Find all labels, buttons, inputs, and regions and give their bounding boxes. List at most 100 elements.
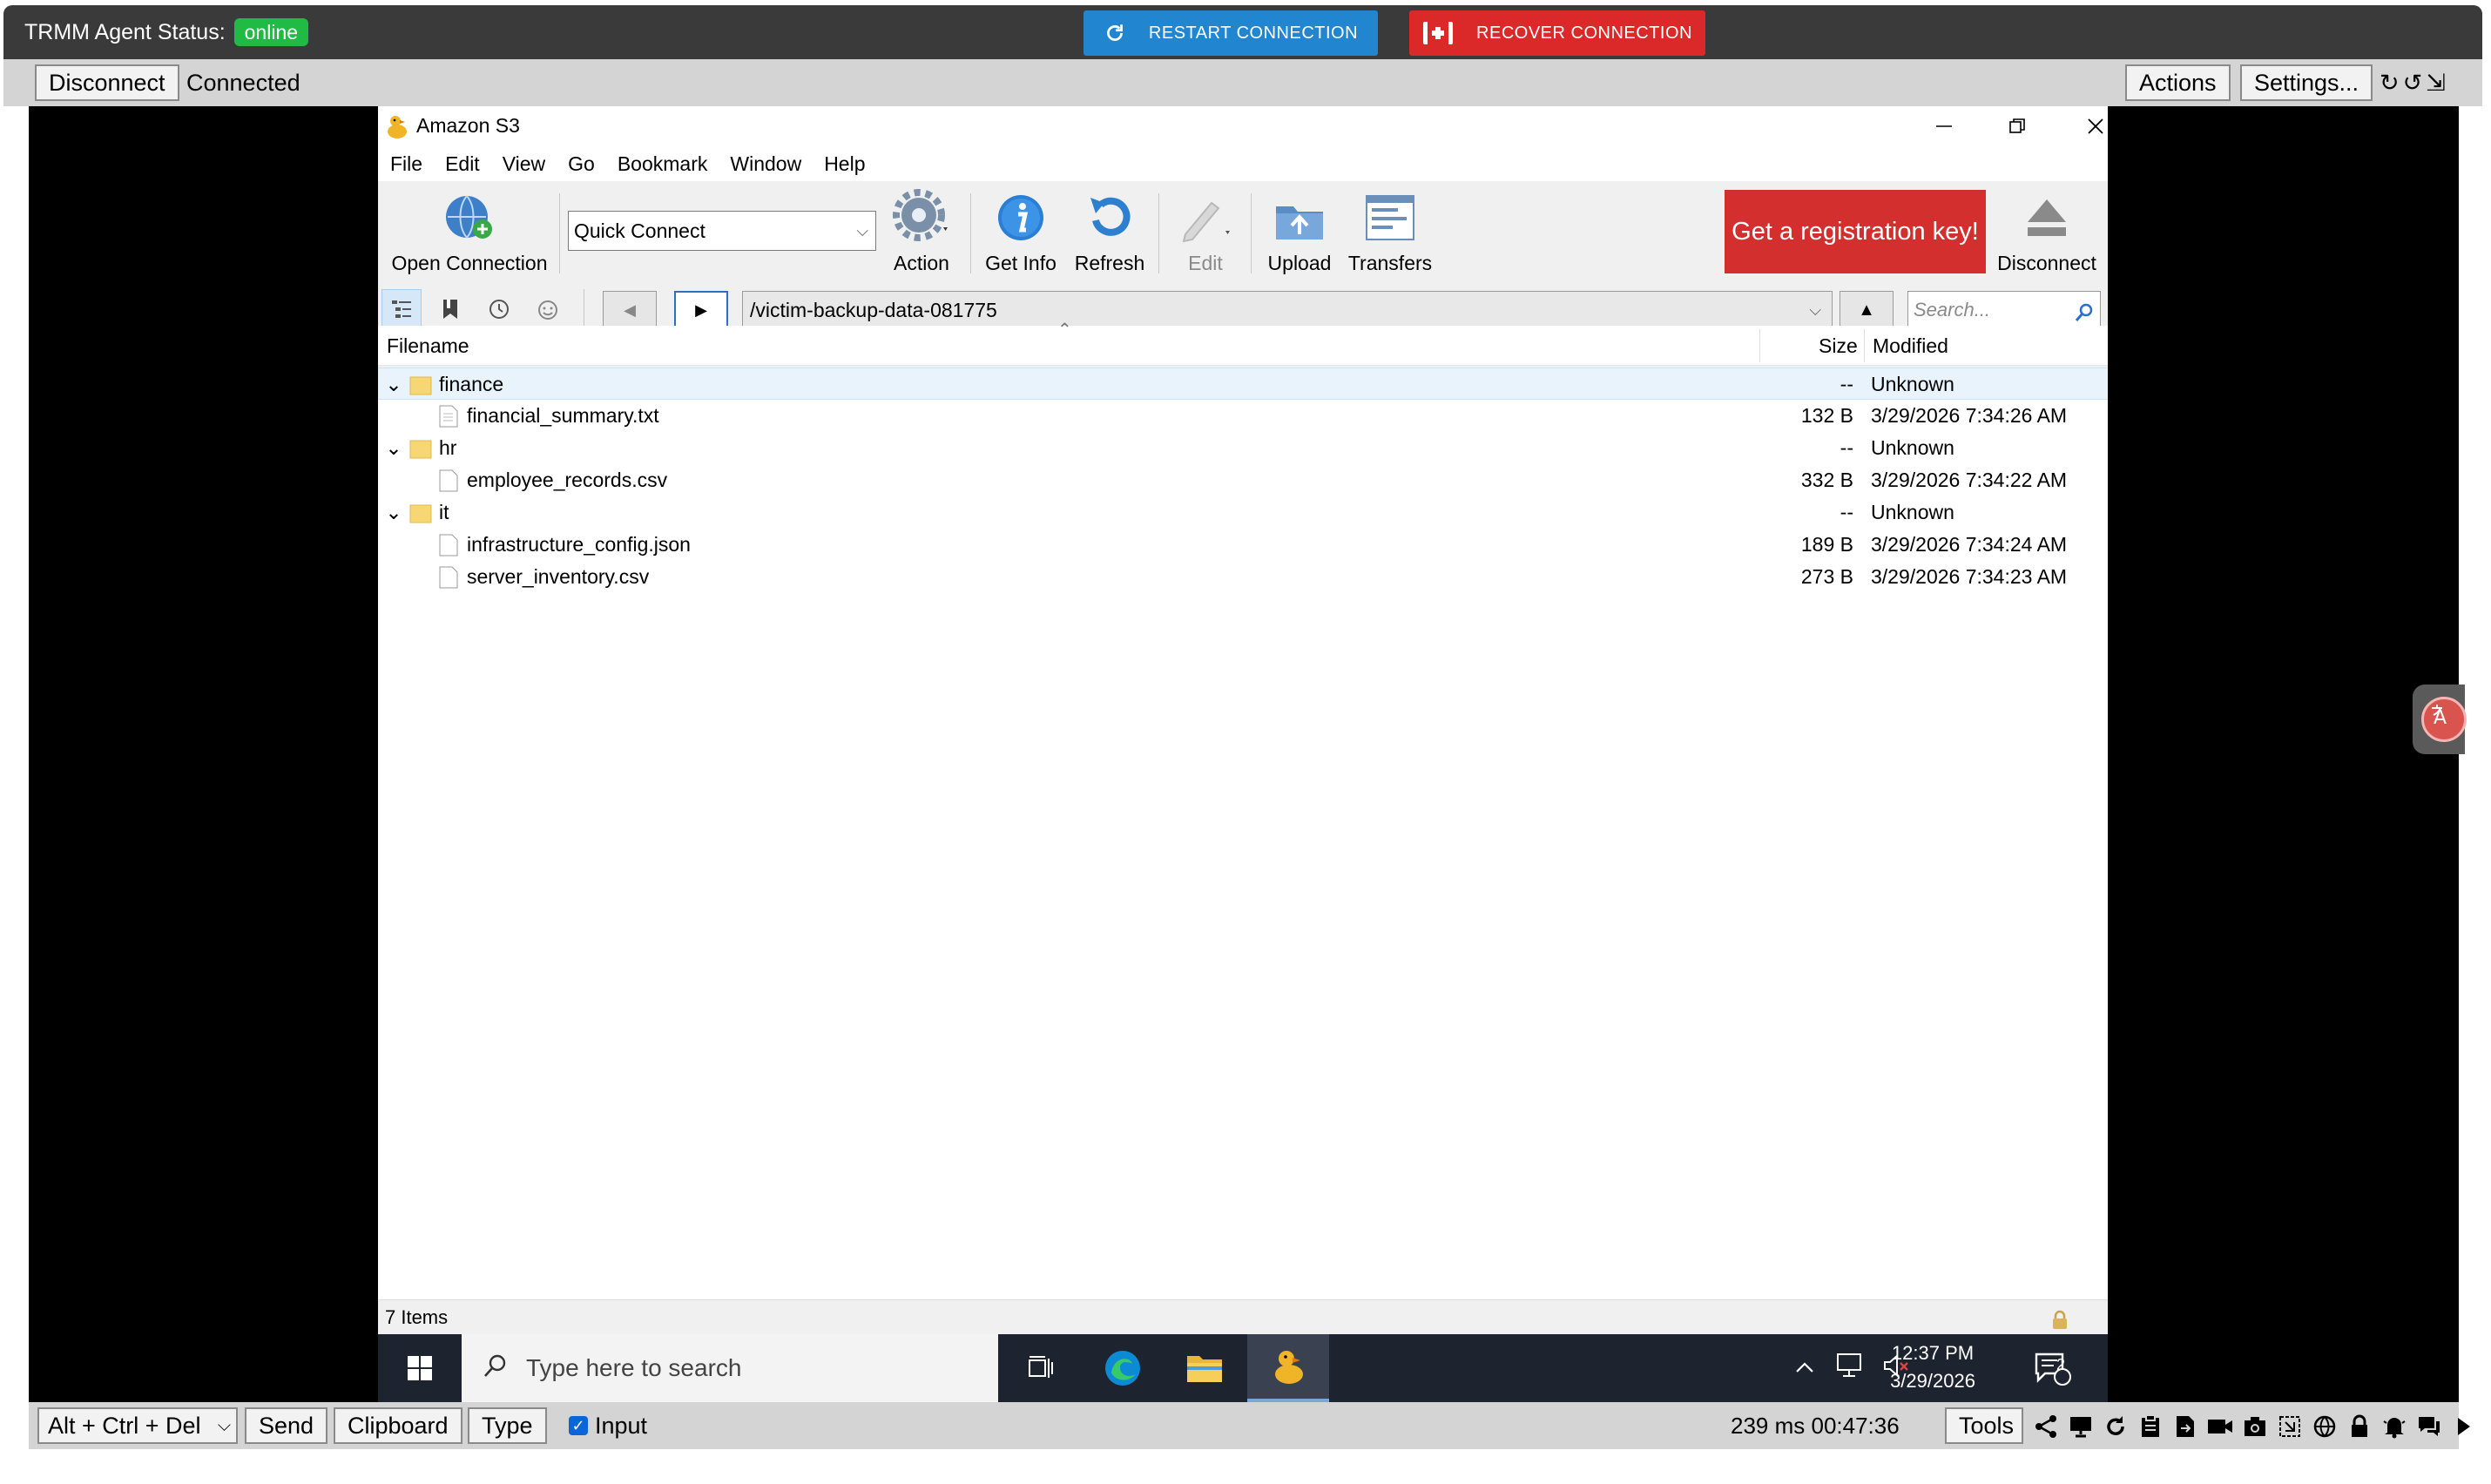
agent-status: TRMM Agent Status: online [24, 16, 309, 49]
column-separator[interactable] [1759, 329, 1760, 362]
send-button[interactable]: Send [245, 1407, 328, 1444]
input-label: Input [595, 1413, 648, 1439]
search-placeholder: Search... [1914, 299, 1991, 320]
toolbar-separator [970, 193, 971, 273]
registration-key-button[interactable]: Get a registration key! [1725, 190, 1986, 273]
table-row[interactable]: ⌄ finance -- Unknown [378, 368, 2108, 400]
menu-go[interactable]: Go [557, 146, 606, 181]
disconnect-server-button[interactable]: Disconnect [1991, 190, 2103, 275]
file-modified: 3/29/2026 7:34:26 AM [1871, 404, 2068, 427]
chat-icon[interactable] [2413, 1411, 2445, 1442]
column-filename[interactable]: Filename [387, 326, 469, 366]
restore-icon [2009, 118, 2025, 133]
lock-icon[interactable] [2344, 1411, 2375, 1442]
bookmarks-tab[interactable] [430, 289, 470, 329]
transfers-icon [1363, 192, 1417, 248]
tree-view-icon [392, 300, 411, 318]
task-view-icon [1029, 1356, 1053, 1378]
agent-status-label: TRMM Agent Status: [24, 20, 226, 44]
notification-center-button[interactable]: 2 [2033, 1334, 2071, 1402]
tools-button[interactable]: Tools [1945, 1407, 2023, 1444]
restore-button[interactable] [1981, 106, 2054, 146]
action-button[interactable]: Action [876, 189, 967, 275]
edge-browser-button[interactable] [1082, 1334, 1164, 1402]
back-button[interactable]: ◀ [603, 291, 657, 329]
clipboard-button[interactable]: Clipboard [334, 1407, 462, 1444]
table-row[interactable]: infrastructure_config.json 189 B 3/29/20… [378, 529, 2108, 561]
start-button[interactable] [378, 1334, 462, 1402]
taskbar-search-input[interactable]: Type here to search [462, 1334, 998, 1402]
cyberduck-taskbar-button[interactable] [1247, 1334, 1329, 1402]
menu-edit[interactable]: Edit [434, 146, 491, 181]
forward-button[interactable]: ▶ [674, 291, 728, 329]
table-row[interactable]: ⌄ hr -- Unknown [378, 432, 2108, 464]
menu-view[interactable]: View [491, 146, 557, 181]
window-titlebar[interactable]: Amazon S3 [378, 106, 2108, 146]
key-combo-select[interactable]: Alt + Ctrl + Del ⌵ [37, 1407, 238, 1444]
restart-connection-label: RESTART CONNECTION [1148, 23, 1359, 43]
up-arrow-icon: ▲ [1858, 300, 1875, 320]
file-transfer-icon[interactable] [2170, 1411, 2201, 1442]
task-view-button[interactable] [1000, 1334, 1082, 1402]
camera-icon[interactable] [2239, 1411, 2271, 1442]
refresh-button[interactable]: Refresh [1068, 190, 1151, 275]
menu-bookmark[interactable]: Bookmark [606, 146, 719, 181]
chevron-down-icon[interactable]: ⌄ [383, 432, 404, 464]
path-select[interactable]: /victim-backup-data-081775 ⌵ [742, 291, 1833, 329]
chevron-down-icon[interactable]: ⌄ [383, 496, 404, 529]
browser-view-tab[interactable] [381, 289, 422, 329]
system-clock[interactable]: 12:37 PM 3/29/2026 [1885, 1339, 1981, 1395]
get-info-button[interactable]: Get Info [979, 190, 1063, 275]
share-icon[interactable] [2030, 1411, 2062, 1442]
translate-icon: A [2421, 697, 2467, 742]
table-row[interactable]: employee_records.csv 332 B 3/29/2026 7:3… [378, 464, 2108, 496]
remote-control-toolbar: Disconnect Connected Actions Settings...… [3, 59, 2482, 106]
menu-window[interactable]: Window [719, 146, 813, 181]
quick-connect-select[interactable]: Quick Connect ⌵ [568, 211, 876, 251]
refresh-icon [1083, 192, 1136, 248]
disconnect-button[interactable]: Disconnect [35, 64, 179, 101]
search-input[interactable]: Search... [1907, 291, 2101, 329]
chevron-down-icon[interactable]: ⌄ [383, 368, 404, 401]
video-icon[interactable] [2204, 1411, 2236, 1442]
tray-overflow-icon[interactable] [1794, 1356, 1815, 1380]
file-name: employee_records.csv [467, 469, 668, 491]
type-button[interactable]: Type [468, 1407, 547, 1444]
table-row[interactable]: financial_summary.txt 132 B 3/29/2026 7:… [378, 400, 2108, 432]
column-size[interactable]: Size [1819, 326, 1858, 366]
transfers-button[interactable]: Transfers [1341, 190, 1439, 275]
monitor-icon[interactable] [2065, 1411, 2096, 1442]
menu-file[interactable]: File [378, 146, 434, 181]
play-icon[interactable] [2448, 1411, 2480, 1442]
close-button[interactable] [2059, 106, 2132, 146]
history-tab[interactable] [479, 289, 519, 329]
parent-directory-button[interactable]: ▲ [1840, 291, 1894, 329]
column-separator[interactable] [1864, 329, 1865, 362]
minimize-button[interactable] [1907, 106, 1981, 146]
input-checkbox[interactable]: ✓ Input [569, 1407, 647, 1444]
restart-connection-button[interactable]: RESTART CONNECTION [1083, 10, 1378, 56]
open-connection-button[interactable]: Open Connection [387, 190, 552, 275]
current-path: /victim-backup-data-081775 [750, 299, 997, 321]
bonjour-tab[interactable] [528, 289, 568, 329]
edit-button[interactable]: Edit [1162, 190, 1249, 275]
clipboard-icon[interactable] [2135, 1411, 2166, 1442]
upload-button[interactable]: Upload [1256, 190, 1343, 275]
settings-button[interactable]: Settings... [2240, 64, 2373, 101]
refresh-icon[interactable] [2100, 1411, 2131, 1442]
remote-tools-icons [2030, 1411, 2480, 1442]
actions-button[interactable]: Actions [2125, 64, 2231, 101]
table-row[interactable]: ⌄ it -- Unknown [378, 496, 2108, 529]
file-explorer-button[interactable] [1164, 1334, 1246, 1402]
fullscreen-icon[interactable] [2274, 1411, 2305, 1442]
table-row[interactable]: server_inventory.csv 273 B 3/29/2026 7:3… [378, 561, 2108, 593]
restart-icon [1106, 24, 1123, 41]
column-modified[interactable]: Modified [1873, 326, 1948, 366]
bell-icon[interactable] [2379, 1411, 2410, 1442]
translate-widget[interactable]: A [2413, 685, 2467, 754]
recover-connection-button[interactable]: RECOVER CONNECTION [1409, 10, 1705, 56]
network-icon[interactable] [1834, 1352, 1864, 1385]
globe-icon[interactable] [2309, 1411, 2340, 1442]
menu-help[interactable]: Help [813, 146, 876, 181]
view-controls[interactable]: ↻↺⇲ [2380, 64, 2449, 101]
